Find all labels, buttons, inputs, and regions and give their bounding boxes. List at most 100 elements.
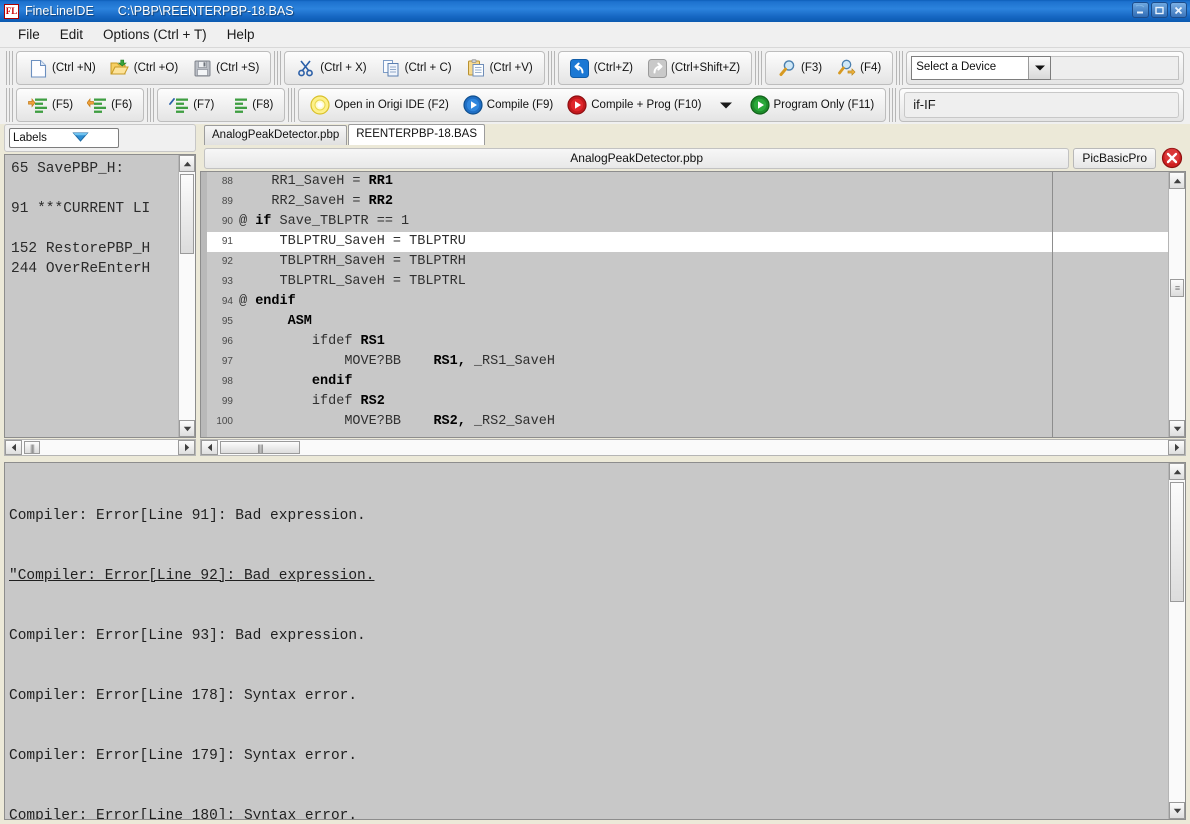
maximize-button[interactable] [1151,2,1168,18]
output-line[interactable]: Compiler: Error[Line 91]: Bad expression… [9,506,1168,526]
copy-button[interactable]: (Ctrl + C) [374,54,459,82]
code-editor[interactable]: 88 RR1_SaveH = RR1 89 RR2_SaveH = RR2 90… [201,172,1168,437]
editor-scroll-thumb[interactable]: ≡ [1170,279,1184,297]
code-line-current[interactable]: 91 TBLPTRU_SaveH = TBLPTRU [207,232,1168,252]
scroll-up-arrow-icon[interactable] [179,155,195,172]
find-button[interactable]: (F3) [770,54,829,82]
compile-button[interactable]: Compile (F9) [456,91,560,119]
scroll-down-arrow-icon[interactable] [1169,802,1185,819]
undo-button[interactable]: (Ctrl+Z) [563,54,640,82]
code-line[interactable]: 89 RR2_SaveH = RR2 [207,192,1168,212]
toolbar-grip[interactable] [147,88,154,122]
scroll-down-arrow-icon[interactable] [179,420,195,437]
menu-edit[interactable]: Edit [50,24,93,45]
scroll-up-arrow-icon[interactable] [1169,463,1185,480]
scroll-right-arrow-icon[interactable] [1168,440,1185,455]
tab-reenterpbp[interactable]: REENTERPBP-18.BAS [348,124,485,145]
new-file-button[interactable]: (Ctrl +N) [21,54,103,82]
editor-vertical-scrollbar[interactable]: ≡ [1168,172,1185,437]
code-line[interactable]: 96 ifdef RS1 [207,332,1168,352]
output-vertical-scrollbar[interactable] [1168,463,1185,819]
find-next-button[interactable]: (F4) [829,54,888,82]
output-line[interactable]: Compiler: Error[Line 93]: Bad expression… [9,626,1168,646]
labels-select[interactable]: Labels [9,128,119,148]
editor-horizontal-scrollbar[interactable]: |||| [200,439,1186,456]
menu-help[interactable]: Help [217,24,265,45]
compiler-output-inner[interactable]: Compiler: Error[Line 91]: Bad expression… [5,463,1168,819]
keyword-status-field[interactable]: if-IF [904,92,1179,118]
close-button[interactable] [1170,2,1187,18]
compile-and-program-button[interactable]: Compile + Prog (F10) [560,91,708,119]
diamond-dropdown-icon[interactable] [72,130,115,147]
output-line[interactable]: Compiler: Error[Line 179]: Syntax error. [9,746,1168,766]
toolbar-grip[interactable] [548,51,555,85]
toolbar-grip[interactable] [6,51,13,85]
labels-scroll-track[interactable] [179,172,195,420]
scroll-left-arrow-icon[interactable] [5,440,22,455]
output-line[interactable]: Compiler: Error[Line 180]: Syntax error. [9,806,1168,819]
cut-button[interactable]: (Ctrl + X) [289,54,373,82]
output-line-selected[interactable]: "Compiler: Error[Line 92]: Bad expressio… [9,566,1168,586]
editor-hscroll-thumb[interactable]: |||| [220,441,300,454]
code-line[interactable]: 93 TBLPTRL_SaveH = TBLPTRL [207,272,1168,292]
code-line[interactable]: 90@ if Save_TBLPTR == 1 [207,212,1168,232]
language-badge[interactable]: PicBasicPro [1073,148,1156,169]
labels-hscroll-track[interactable]: ||| [22,440,178,455]
labels-horizontal-scrollbar[interactable]: ||| [4,439,196,456]
close-circle-red-icon[interactable] [1160,147,1184,169]
open-file-button[interactable]: (Ctrl +O) [103,54,185,82]
toolbar-grip[interactable] [896,51,903,85]
output-line[interactable]: Compiler: Error[Line 178]: Syntax error. [9,686,1168,706]
toolbar-grip[interactable] [755,51,762,85]
code-line[interactable]: 97 MOVE?BB RS1, _RS1_SaveH [207,352,1168,372]
compiler-output-lines[interactable]: Compiler: Error[Line 91]: Bad expression… [5,463,1168,819]
code-line[interactable]: 94@ endif [207,292,1168,312]
list-item[interactable]: 244 OverReEnterH [11,259,178,279]
code-line[interactable]: 100 MOVE?BB RS2, _RS2_SaveH [207,412,1168,432]
labels-hscroll-thumb[interactable]: ||| [24,441,40,454]
list-item[interactable]: 65 SavePBP_H: [11,159,178,179]
scroll-up-arrow-icon[interactable] [1169,172,1185,189]
code-lines[interactable]: 88 RR1_SaveH = RR1 89 RR2_SaveH = RR2 90… [207,172,1168,437]
menu-options[interactable]: Options (Ctrl + T) [93,24,217,45]
toolbar-grip[interactable] [288,88,295,122]
indent-left-button[interactable]: (F6) [80,91,139,119]
toolbar-grip[interactable] [6,88,13,122]
editor-scroll-track[interactable]: ≡ [1169,189,1185,420]
scroll-right-arrow-icon[interactable] [178,440,195,455]
code-line[interactable]: 98 endif [207,372,1168,392]
toolbar-grip[interactable] [274,51,281,85]
indent-right-icon [28,95,48,115]
code-line[interactable]: 95 ASM [207,312,1168,332]
output-scroll-track[interactable] [1169,480,1185,802]
output-scroll-thumb[interactable] [1170,482,1184,602]
code-line[interactable]: 99 ifdef RS2 [207,392,1168,412]
menu-file[interactable]: File [8,24,50,45]
code-line[interactable]: 92 TBLPTRH_SaveH = TBLPTRH [207,252,1168,272]
build-options-dropdown-button[interactable] [709,91,743,119]
scroll-left-arrow-icon[interactable] [201,440,218,455]
device-select[interactable]: Select a Device [911,56,1051,80]
open-in-original-ide-button[interactable]: Open in Origi IDE (F2) [303,91,455,119]
comment-label: (F7) [193,99,214,111]
app-title: FineLineIDE [25,4,94,18]
scroll-down-arrow-icon[interactable] [1169,420,1185,437]
labels-vertical-scrollbar[interactable] [178,155,195,437]
list-item[interactable]: 152 RestorePBP_H [11,239,178,259]
uncomment-button[interactable]: (F8) [221,91,280,119]
minimize-button[interactable] [1132,2,1149,18]
program-only-button[interactable]: Program Only (F11) [743,91,882,119]
labels-list[interactable]: 65 SavePBP_H: 91 ***CURRENT LI 152 Resto… [5,155,178,437]
chevron-down-icon[interactable] [1028,57,1050,79]
tab-analogpeakdetector[interactable]: AnalogPeakDetector.pbp [204,125,347,145]
save-file-button[interactable]: (Ctrl +S) [185,54,266,82]
labels-scroll-thumb[interactable] [180,174,194,254]
paste-button[interactable]: (Ctrl +V) [459,54,540,82]
indent-right-button[interactable]: (F5) [21,91,80,119]
comment-button[interactable]: (F7) [162,91,221,119]
editor-hscroll-track[interactable]: |||| [218,440,1168,455]
redo-button[interactable]: (Ctrl+Shift+Z) [640,54,747,82]
toolbar-grip[interactable] [889,88,896,122]
list-item[interactable]: 91 ***CURRENT LI [11,199,178,219]
code-line[interactable]: 88 RR1_SaveH = RR1 [207,172,1168,192]
